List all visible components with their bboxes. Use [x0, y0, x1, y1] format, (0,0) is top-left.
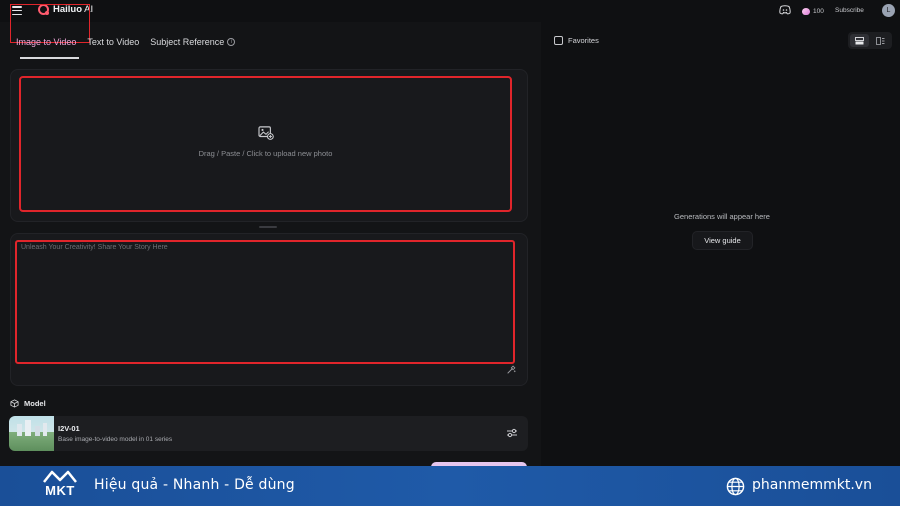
discord-icon[interactable]	[779, 5, 791, 15]
top-bar: Hailuo AI 100 Subscribe L	[0, 0, 900, 22]
settings-icon[interactable]	[506, 427, 518, 439]
banner-website[interactable]: phanmemmkt.vn	[752, 477, 872, 493]
grid-view-button[interactable]	[871, 34, 890, 47]
prompt-input[interactable]: Unleash Your Creativity! Share Your Stor…	[15, 240, 515, 364]
empty-state-message: Generations will appear here	[674, 212, 770, 221]
favorites-label: Favorites	[568, 36, 599, 45]
model-selector[interactable]: I2V-01 Base image-to-video model in 01 s…	[9, 416, 528, 451]
model-thumbnail	[9, 416, 54, 451]
mode-tabs: Image to Video Text to Video Subject Ref…	[16, 30, 246, 54]
favorites-checkbox[interactable]	[554, 36, 563, 45]
promo-banner: MKT Hiệu quả - Nhanh - Dễ dùng phanmemmk…	[0, 466, 900, 506]
list-view-button[interactable]	[850, 34, 869, 47]
view-guide-button[interactable]: View guide	[692, 231, 753, 250]
mkt-logo-text: MKT	[45, 483, 75, 498]
prompt-placeholder: Unleash Your Creativity! Share Your Stor…	[21, 244, 168, 251]
favorites-filter[interactable]: Favorites	[554, 36, 599, 45]
info-icon[interactable]: i	[227, 38, 236, 46]
banner-slogan: Hiệu quả - Nhanh - Dễ dùng	[94, 477, 295, 493]
resize-handle[interactable]	[259, 226, 277, 228]
upload-dropzone[interactable]: Drag / Paste / Click to upload new photo	[19, 76, 512, 212]
subscribe-button[interactable]: Subscribe	[830, 4, 869, 17]
tab-image-to-video[interactable]: Image to Video	[16, 37, 76, 47]
upload-hint: Drag / Paste / Click to upload new photo	[198, 149, 333, 158]
image-add-icon	[257, 126, 274, 140]
credits-display[interactable]: 100	[802, 4, 824, 18]
active-tab-underline	[20, 57, 79, 59]
model-section-label: Model	[10, 399, 46, 408]
wand-icon[interactable]	[506, 365, 516, 375]
model-name: I2V-01	[58, 424, 80, 433]
gem-icon	[802, 7, 810, 15]
cube-icon	[10, 399, 19, 408]
model-description: Base image-to-video model in 01 series	[58, 436, 173, 443]
credits-count: 100	[813, 7, 824, 15]
grid-view-icon	[876, 36, 885, 45]
list-view-icon	[855, 36, 864, 44]
avatar[interactable]: L	[882, 4, 895, 17]
view-toggle	[848, 32, 892, 49]
globe-icon	[726, 477, 745, 496]
tab-text-to-video[interactable]: Text to Video	[87, 37, 139, 47]
tab-subject-reference[interactable]: Subject Reference i	[150, 37, 236, 47]
